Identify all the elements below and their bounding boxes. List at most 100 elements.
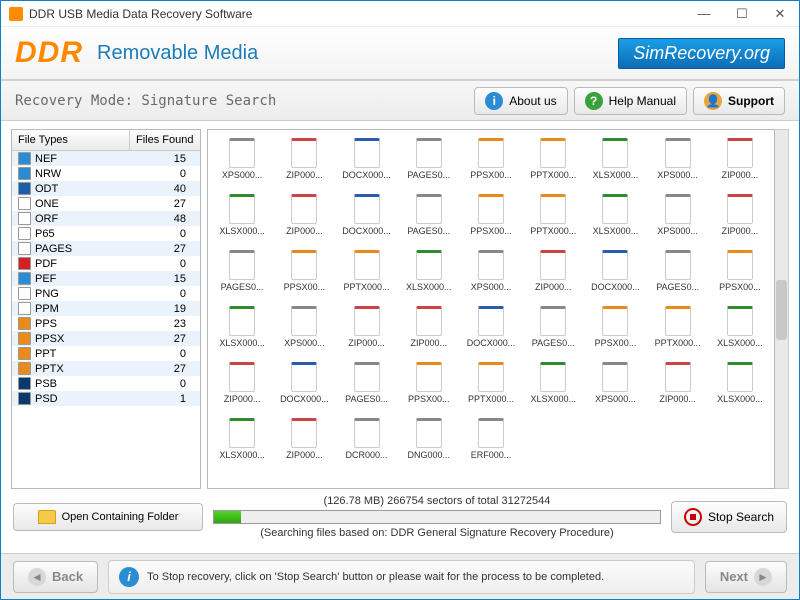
file-item[interactable]: XPS000... [212,134,272,188]
progress-note: (Searching files based on: DDR General S… [260,527,613,539]
support-label: Support [728,94,774,108]
file-item[interactable]: ZIP000... [336,302,396,356]
file-item[interactable]: XLSX000... [212,302,272,356]
file-item[interactable]: PPTX000... [648,302,708,356]
filetype-row[interactable]: P650 [12,226,200,241]
file-item[interactable]: PPSX00... [461,134,521,188]
filetype-row[interactable]: PSB0 [12,376,200,391]
window-title: DDR USB Media Data Recovery Software [29,7,693,21]
file-item[interactable]: XPS000... [585,358,645,412]
filetype-row[interactable]: PPSX27 [12,331,200,346]
file-item[interactable]: PPTX000... [523,134,583,188]
file-item[interactable]: PAGES0... [212,246,272,300]
file-item[interactable]: XPS000... [461,246,521,300]
file-item[interactable]: ZIP000... [710,134,770,188]
file-item[interactable]: PPSX00... [274,246,334,300]
back-button[interactable]: ◄ Back [13,561,98,593]
col-file-types: File Types [12,130,130,150]
help-button[interactable]: ? Help Manual [574,87,687,115]
file-item[interactable]: PPSX00... [461,190,521,244]
file-item[interactable]: PPSX00... [585,302,645,356]
file-item[interactable]: XLSX000... [710,302,770,356]
filetype-row[interactable]: PPT0 [12,346,200,361]
file-item[interactable]: ERF000... [461,414,521,468]
next-button[interactable]: Next ► [705,561,787,593]
filetype-row[interactable]: PDF0 [12,256,200,271]
file-item [648,414,708,468]
minimize-button[interactable]: — [693,6,715,22]
help-icon: ? [585,92,603,110]
support-button[interactable]: 👤 Support [693,87,785,115]
close-button[interactable]: ✕ [769,6,791,22]
file-item[interactable]: ZIP000... [710,190,770,244]
file-item[interactable]: DCR000... [336,414,396,468]
file-item[interactable]: PPSX00... [710,246,770,300]
file-item[interactable]: DOCX000... [336,190,396,244]
file-item[interactable]: ZIP000... [274,190,334,244]
files-grid: XPS000...ZIP000...DOCX000...PAGES0...PPS… [212,134,770,468]
file-item[interactable]: PPTX000... [336,246,396,300]
filetype-list[interactable]: NEF15NRW0ODT40ONE27ORF48P650PAGES27PDF0P… [12,151,200,488]
scrollbar[interactable] [775,129,789,489]
file-item[interactable]: XLSX000... [399,246,459,300]
progress-column: (126.78 MB) 266754 sectors of total 3127… [213,495,661,539]
filetype-row[interactable]: ONE27 [12,196,200,211]
filetype-row[interactable]: PEF15 [12,271,200,286]
filetype-row[interactable]: PPM19 [12,301,200,316]
about-button[interactable]: i About us [474,87,567,115]
file-item[interactable]: DOCX000... [274,358,334,412]
filetype-row[interactable]: PSD1 [12,391,200,406]
file-item[interactable]: XLSX000... [523,358,583,412]
filetype-row[interactable]: PNG0 [12,286,200,301]
file-item[interactable]: XPS000... [648,190,708,244]
file-item[interactable]: XLSX000... [585,190,645,244]
files-panel[interactable]: XPS000...ZIP000...DOCX000...PAGES0...PPS… [207,129,775,489]
brand-badge: SimRecovery.org [618,38,785,69]
file-item[interactable]: PAGES0... [399,134,459,188]
header: DDR Removable Media SimRecovery.org [1,27,799,81]
open-folder-label: Open Containing Folder [62,511,179,523]
filetype-row[interactable]: ORF48 [12,211,200,226]
file-item[interactable]: ZIP000... [399,302,459,356]
info-icon: i [119,567,139,587]
support-icon: 👤 [704,92,722,110]
maximize-button[interactable]: ☐ [731,6,753,22]
file-item[interactable]: DNG000... [399,414,459,468]
open-folder-button[interactable]: Open Containing Folder [13,503,203,531]
file-item[interactable]: ZIP000... [274,414,334,468]
file-item[interactable]: PAGES0... [648,246,708,300]
file-item[interactable]: PAGES0... [399,190,459,244]
file-item[interactable]: ZIP000... [523,246,583,300]
stop-search-button[interactable]: Stop Search [671,501,787,533]
file-item[interactable]: XLSX000... [212,414,272,468]
file-item[interactable]: XPS000... [648,134,708,188]
filetype-row[interactable]: NEF15 [12,151,200,166]
file-item[interactable]: PPTX000... [461,358,521,412]
file-item[interactable]: ZIP000... [648,358,708,412]
filetype-row[interactable]: PPTX27 [12,361,200,376]
file-item[interactable]: DOCX000... [461,302,521,356]
file-item[interactable]: PPSX00... [399,358,459,412]
panels: File Types Files Found NEF15NRW0ODT40ONE… [11,129,789,489]
footer-hint: i To Stop recovery, click on 'Stop Searc… [108,560,695,594]
file-item[interactable]: XLSX000... [710,358,770,412]
mode-bar: Recovery Mode: Signature Search i About … [1,81,799,121]
col-files-found: Files Found [130,130,200,150]
file-item[interactable]: DOCX000... [585,246,645,300]
filetype-row[interactable]: PPS23 [12,316,200,331]
filetype-row[interactable]: PAGES27 [12,241,200,256]
file-item[interactable]: XPS000... [274,302,334,356]
filetype-row[interactable]: NRW0 [12,166,200,181]
file-item[interactable]: DOCX000... [336,134,396,188]
file-item[interactable]: XLSX000... [585,134,645,188]
file-item[interactable]: XLSX000... [212,190,272,244]
file-item[interactable]: PPTX000... [523,190,583,244]
scrollbar-thumb[interactable] [776,280,787,340]
file-item [710,414,770,468]
filetype-row[interactable]: ODT40 [12,181,200,196]
file-item[interactable]: PAGES0... [523,302,583,356]
file-item[interactable]: ZIP000... [212,358,272,412]
hint-text: To Stop recovery, click on 'Stop Search'… [147,571,604,583]
file-item[interactable]: PAGES0... [336,358,396,412]
file-item[interactable]: ZIP000... [274,134,334,188]
